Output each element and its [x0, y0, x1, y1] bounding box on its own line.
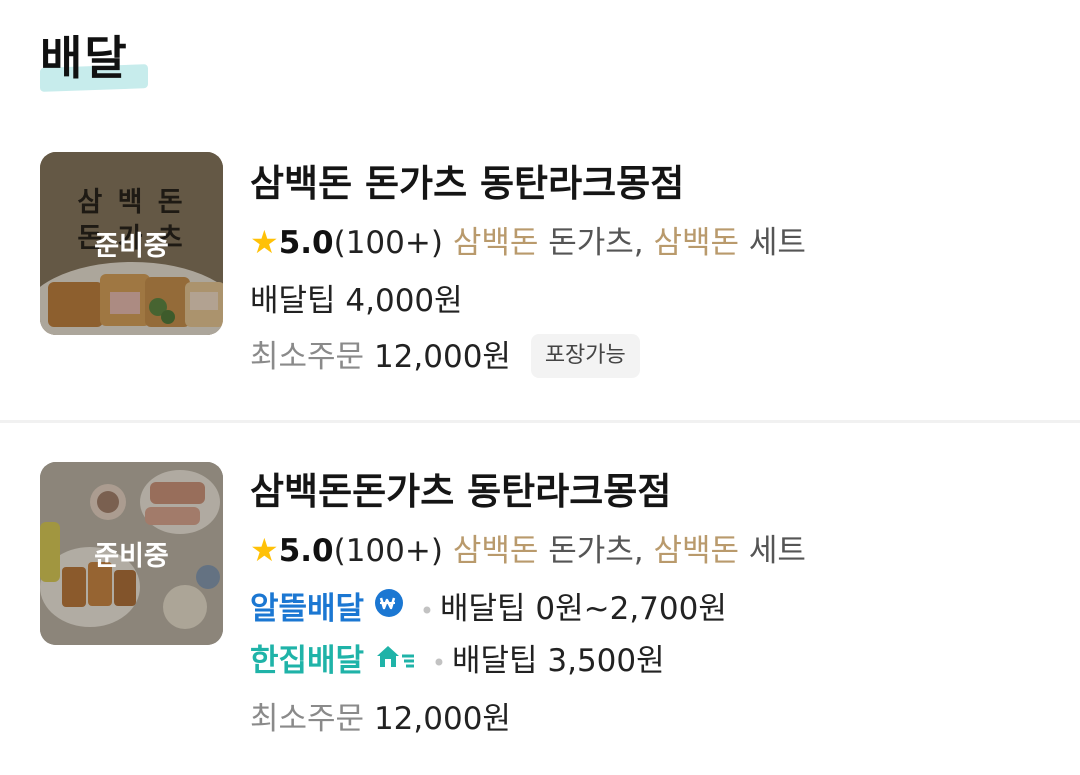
store-card[interactable]: 삼 백 돈 돈 가 츠 준비중 삼백돈 돈가츠 동탄라크몽점 ★5.0(100+… [0, 150, 1080, 416]
delivery-option: 한집배달 • 배달팁 3,500원 [250, 638, 665, 684]
delivery-option: 알뜰배달 • 배달팁 0원~2,700원 [250, 586, 727, 632]
star-icon: ★ [250, 531, 279, 569]
star-icon: ★ [250, 223, 279, 261]
menu-text: 세트 [739, 533, 806, 569]
brand-label: 알뜰배달 [250, 591, 365, 627]
min-order-value: 12,000원 [373, 339, 511, 375]
status-label: 준비중 [94, 541, 169, 572]
home-fast-icon [374, 637, 416, 683]
menu-text: 돈가츠, [538, 225, 654, 261]
rating-row: ★5.0(100+) 삼백돈 돈가츠, 삼백돈 세트 [250, 220, 806, 264]
review-count: (100+) [333, 533, 443, 569]
brand-label: 한집배달 [250, 643, 365, 679]
thumb-logo-line1: 삼 백 돈 [77, 187, 186, 218]
min-order-value: 12,000원 [373, 701, 511, 737]
menu-keyword: 삼백돈 [653, 533, 740, 569]
rating-score: 5.0 [278, 225, 334, 261]
delivery-tip: 배달팁 4,000원 [250, 283, 463, 319]
won-icon [374, 585, 404, 631]
menu-keyword: 삼백돈 [452, 533, 539, 569]
section-title: 배달 [40, 31, 129, 85]
min-order-row: 최소주문 12,000원 포장가능 [250, 333, 640, 380]
store-thumbnail: 삼 백 돈 돈 가 츠 준비중 [40, 152, 223, 335]
review-count: (100+) [333, 225, 443, 261]
menu-text: 세트 [739, 225, 806, 261]
delivery-tip: 배달팁 3,500원 [451, 643, 665, 679]
min-order-label: 최소주문 [250, 701, 365, 737]
divider [0, 420, 1080, 423]
store-name[interactable]: 삼백돈돈가츠 동탄라크몽점 [250, 464, 671, 520]
separator-dot: • [419, 597, 434, 625]
delivery-tip: 배달팁 0원~2,700원 [439, 591, 727, 627]
menu-keyword: 삼백돈 [653, 225, 740, 261]
status-label: 준비중 [94, 231, 169, 262]
takeout-badge: 포장가능 [530, 333, 640, 378]
menu-keyword: 삼백돈 [452, 225, 539, 261]
min-order-row: 최소주문 12,000원 [250, 696, 511, 742]
separator-dot: • [431, 649, 446, 677]
rating-row: ★5.0(100+) 삼백돈 돈가츠, 삼백돈 세트 [250, 528, 806, 572]
store-name[interactable]: 삼백돈 돈가츠 동탄라크몽점 [250, 156, 684, 212]
store-card[interactable]: 준비중 삼백돈돈가츠 동탄라크몽점 ★5.0(100+) 삼백돈 돈가츠, 삼백… [0, 460, 1080, 760]
menu-text: 돈가츠, [538, 533, 654, 569]
min-order-label: 최소주문 [250, 339, 365, 375]
store-thumbnail: 준비중 [40, 462, 223, 645]
rating-score: 5.0 [278, 533, 334, 569]
